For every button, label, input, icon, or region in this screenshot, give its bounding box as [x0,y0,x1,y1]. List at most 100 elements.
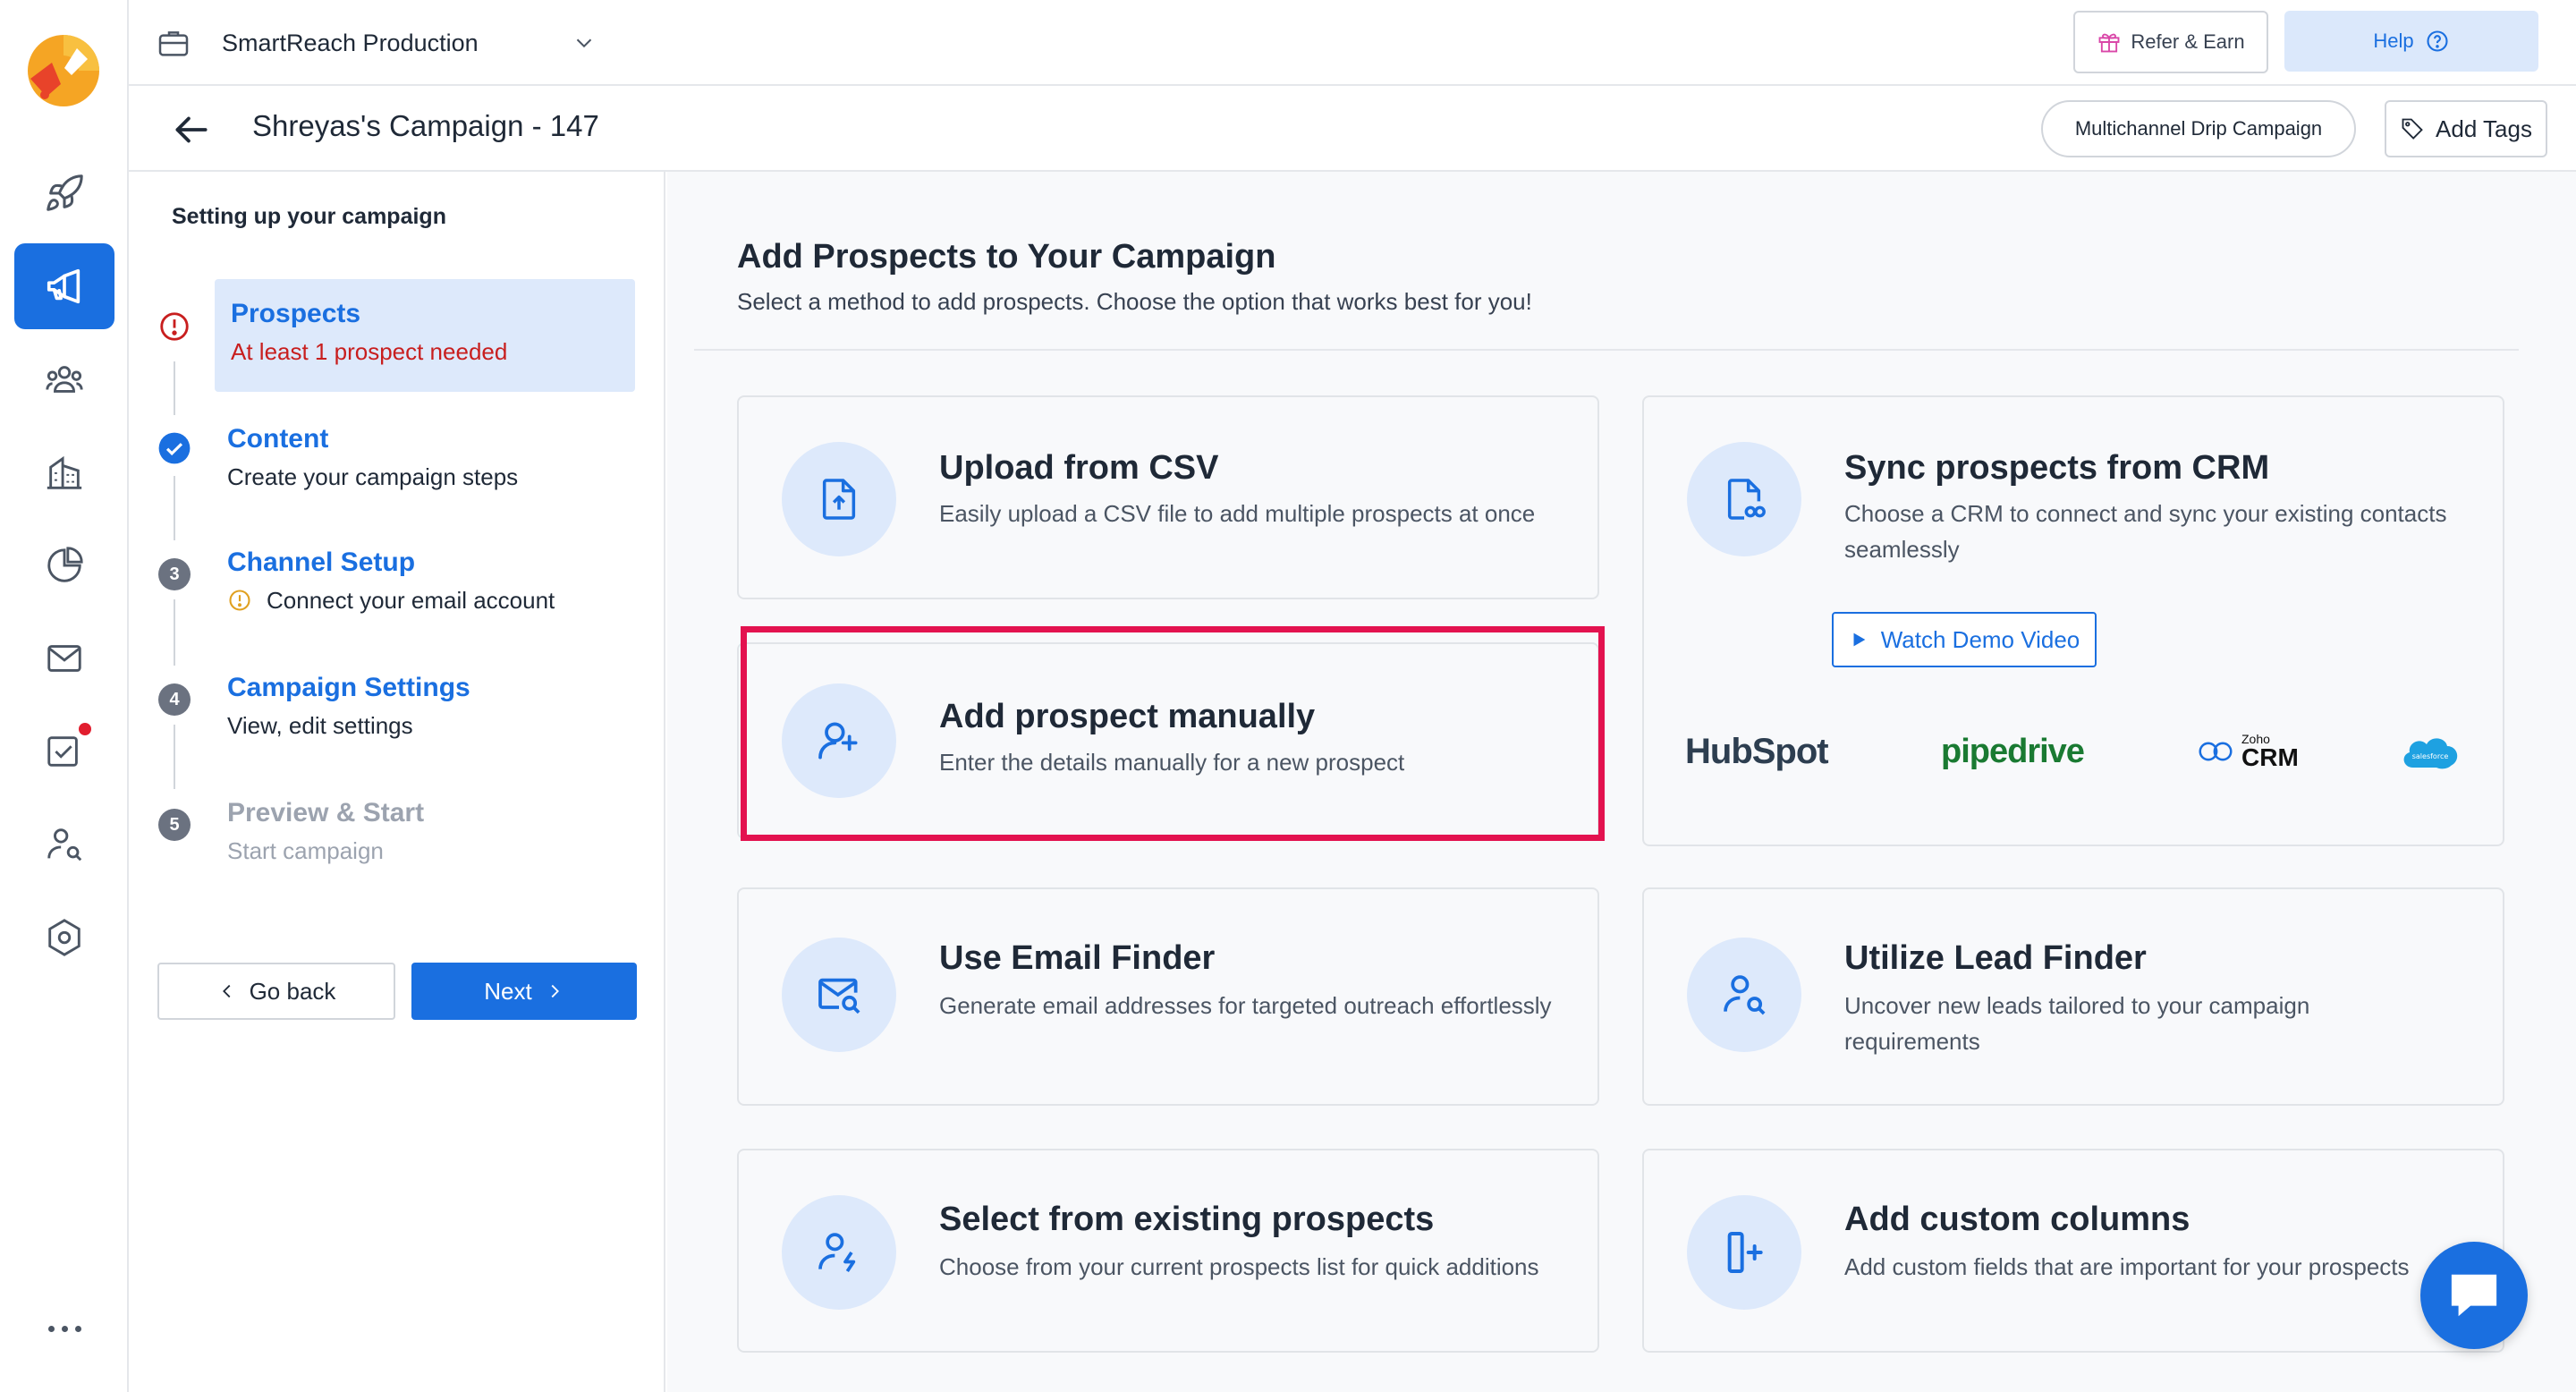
step-title: Campaign Settings [227,673,470,702]
email-finder-card[interactable]: Use Email Finder Generate email addresse… [737,887,1599,1106]
step-channel-setup[interactable]: Channel Setup Connect your email account [215,547,635,628]
step-title: Content [227,424,329,454]
step-error-icon [157,310,191,344]
users-icon[interactable] [14,336,114,422]
add-manually-card[interactable]: Add prospect manually Enter the details … [737,642,1599,839]
chat-bubble-icon [2451,1274,2497,1317]
go-back-button[interactable]: Go back [157,963,395,1020]
main-content: Add Prospects to Your Campaign Select a … [667,172,2576,1392]
chat-launcher-button[interactable] [2420,1242,2528,1349]
svg-text:salesforce: salesforce [2412,752,2449,760]
step-number-badge: 5 [158,809,191,841]
upload-csv-card[interactable]: Upload from CSV Easily upload a CSV file… [737,395,1599,599]
step-title: Preview & Start [227,798,425,828]
lead-finder-card[interactable]: Utilize Lead Finder Uncover new leads ta… [1642,887,2504,1106]
card-title: Upload from CSV [939,449,1219,487]
card-title: Add prospect manually [939,698,1316,735]
megaphone-icon[interactable] [14,243,114,329]
card-title: Use Email Finder [939,939,1216,977]
zoho-rings-icon [2199,742,2233,761]
step-subtitle: Start campaign [227,837,384,864]
card-title: Add custom columns [1844,1201,2190,1238]
card-description: Choose from your current prospects list … [939,1253,1539,1280]
building-icon[interactable] [14,429,114,515]
prospect-search-icon[interactable] [14,802,114,887]
settings-hexagon-icon[interactable] [14,895,114,980]
task-check-icon[interactable] [14,709,114,794]
notification-dot [79,723,91,735]
step-check-icon [157,431,191,465]
upload-file-icon [782,442,896,556]
card-description: Enter the details manually for a new pro… [939,749,1405,776]
divider [694,349,2519,351]
steps-heading: Setting up your campaign [172,204,446,229]
mail-icon[interactable] [14,615,114,701]
campaign-title: Shreyas's Campaign - 147 [252,109,599,142]
go-back-label: Go back [249,977,336,1005]
hubspot-logo[interactable]: HubSpot [1685,726,1829,777]
salesforce-logo[interactable]: salesforce [2397,726,2463,777]
step-subtitle: View, edit settings [227,712,413,739]
card-title: Utilize Lead Finder [1844,939,2147,977]
hubspot-wordmark: HubSpot [1685,731,1829,771]
step-connector [174,361,175,415]
workspace-name: SmartReach Production [222,29,479,56]
next-label: Next [484,977,532,1005]
gift-icon [2098,33,2120,53]
step-subtitle-row: Connect your email account [227,587,623,615]
next-button[interactable]: Next [411,963,637,1020]
chevron-left-icon [222,984,230,998]
more-options-icon[interactable] [14,1288,114,1369]
campaign-header: Shreyas's Campaign - 147 Multichannel Dr… [129,86,2576,172]
crm-file-icon [1687,442,1801,556]
add-tags-label: Add Tags [2436,115,2532,142]
existing-prospects-card[interactable]: Select from existing prospects Choose fr… [737,1149,1599,1353]
card-description: Add custom fields that are important for… [1844,1253,2410,1280]
question-circle-icon [2427,30,2448,52]
rocket-icon[interactable] [14,150,114,236]
step-connector [174,476,175,540]
refer-earn-button[interactable]: Refer & Earn [2073,11,2268,73]
step-campaign-settings[interactable]: Campaign Settings View, edit settings [215,673,635,753]
user-bolt-icon [782,1195,896,1310]
step-prospects[interactable]: Prospects At least 1 prospect needed [215,279,635,392]
pipedrive-wordmark: pipedrive [1941,732,2085,770]
custom-columns-card[interactable]: Add custom columns Add custom fields tha… [1642,1149,2504,1353]
step-title: Prospects [231,299,361,328]
workspace-selector[interactable]: SmartReach Production [156,18,597,68]
watch-demo-label: Watch Demo Video [1880,625,2080,653]
add-tags-button[interactable]: Add Tags [2385,100,2547,157]
page-title: Add Prospects to Your Campaign [737,238,1276,276]
step-subtitle: At least 1 prospect needed [231,338,508,365]
help-label: Help [2373,30,2414,52]
card-title: Select from existing prospects [939,1201,1435,1238]
sync-crm-card[interactable]: Sync prospects from CRM Choose a CRM to … [1642,395,2504,846]
card-description: Choose a CRM to connect and sync your ex… [1844,500,2447,563]
card-description: Uncover new leads tailored to your campa… [1844,992,2310,1055]
user-plus-icon [782,683,896,798]
step-subtitle: Create your campaign steps [227,463,519,490]
card-description: Generate email addresses for targeted ou… [939,992,1552,1019]
tag-icon [2402,118,2423,140]
watch-demo-button[interactable]: Watch Demo Video [1832,612,2097,667]
smartreach-logo[interactable] [25,32,102,109]
pie-chart-icon[interactable] [14,522,114,608]
salesforce-cloud-icon: salesforce [2403,738,2458,769]
step-preview-start[interactable]: Preview & Start Start campaign [215,798,635,878]
help-button[interactable]: Help [2284,11,2538,72]
user-search-icon [1687,938,1801,1052]
column-plus-icon [1687,1195,1801,1310]
zoho-crm-logo[interactable]: Zoho CRM [2195,726,2299,777]
step-number-badge: 3 [158,558,191,590]
back-arrow-icon[interactable] [168,107,213,152]
chevron-down-icon [571,30,597,56]
card-title: Sync prospects from CRM [1844,449,2270,487]
step-content[interactable]: Content Create your campaign steps [215,424,635,505]
step-title: Channel Setup [227,547,416,577]
warning-icon [227,587,267,614]
play-icon [1853,632,1866,647]
top-bar: SmartReach Production Refer & Earn Help [129,0,2576,86]
pipedrive-logo[interactable]: pipedrive [1941,726,2085,777]
zoho-big-text: CRM [2241,743,2299,771]
campaign-type-badge[interactable]: Multichannel Drip Campaign [2041,100,2356,157]
